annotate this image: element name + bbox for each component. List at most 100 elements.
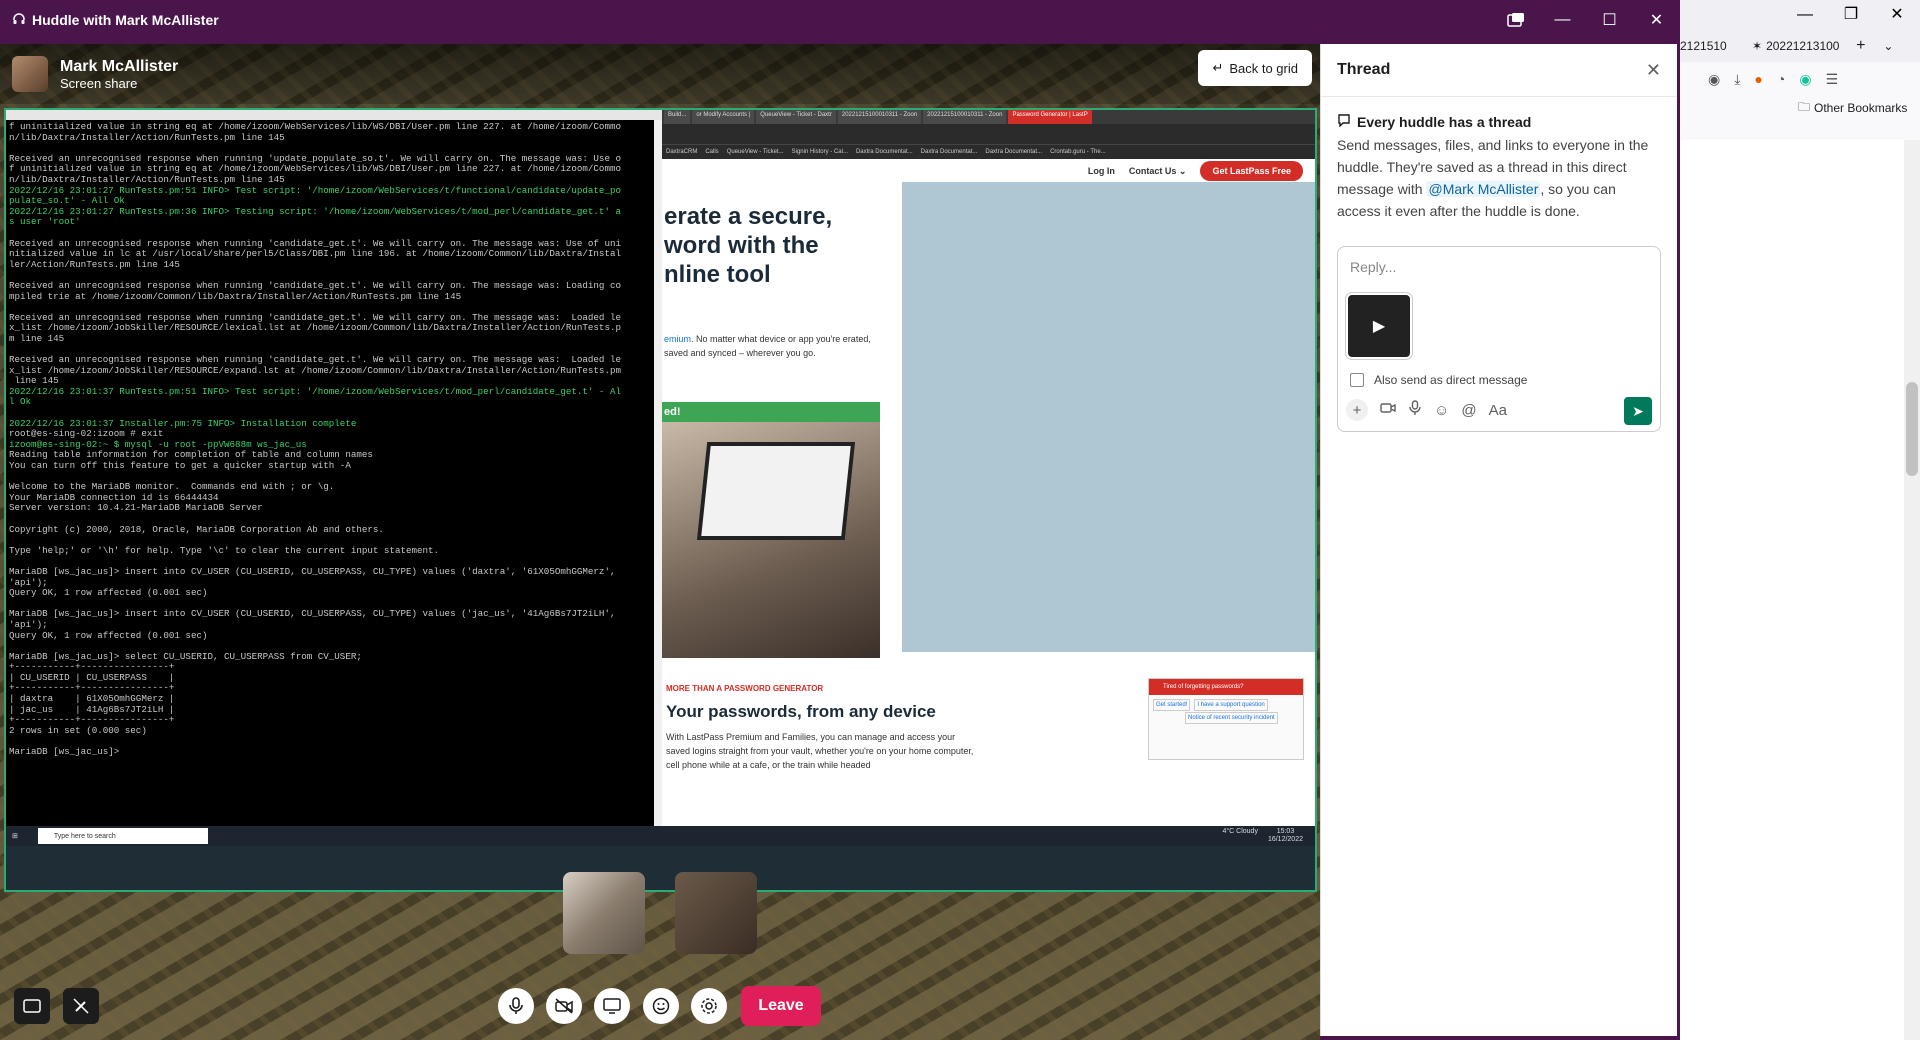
also-send-label: Also send as direct message [1374,373,1528,387]
close-button[interactable]: ✕ [1633,0,1680,40]
user-mention-link[interactable]: @Mark McAllister [1426,181,1541,197]
extension-icon-2[interactable]: ◔ [1777,71,1785,87]
bg-minimize-button[interactable]: — [1782,0,1828,30]
reactions-button[interactable] [643,988,679,1024]
back-to-grid-button[interactable]: ↵ Back to grid [1198,50,1312,86]
video-off-button[interactable] [546,988,582,1024]
microphone-button[interactable] [498,988,534,1024]
shared-browser-bookmarks: DaxtraCRM Calls QueueView - Ticket... Signi… [662,144,1315,159]
terminal-line: x_list /home/izoom/JobSkiller/RESOURCE/l… [9,322,621,334]
new-tab-icon[interactable]: + [1856,37,1865,55]
background-browser-toolbar: ◉ ⤓ ● ◔ ◉ ☰ [1680,62,1920,96]
leave-button[interactable]: Leave [741,986,821,1026]
extension-icon-1[interactable]: ● [1754,71,1762,87]
terminal-line: 2 rows in set (0.000 sec) [9,724,147,736]
pencil-off-icon [73,998,89,1014]
weather-text: 4°C Cloudy [1222,828,1258,835]
bg-close-button[interactable]: ✕ [1874,0,1920,30]
shared-browser-tab: 20221215100010311 - Zoon [923,110,1007,124]
scrollbar-thumb[interactable] [1906,382,1918,476]
bg-tab-icon: ✶ [1752,39,1763,53]
terminal-window: f uninitialized value in string eq at /h… [6,110,662,826]
background-browser-controls: — ❐ ✕ [1680,0,1920,30]
lastpass-login-link: Log In [1087,166,1115,176]
window-titlebar: Huddle with Mark McAllister — ☐ ✕ [0,0,1680,40]
also-send-checkbox-row[interactable]: Also send as direct message [1350,373,1527,387]
shared-bookmark: DaxtraCRM [666,149,698,155]
video-clip-icon[interactable] [1380,401,1396,419]
background-browser-tabs: 2121510 ✶ 20221213100 + ⌄ [1680,30,1920,62]
shared-browser-tab: Build... [664,110,691,124]
gear-icon [701,998,717,1014]
play-icon: ▶ [1372,318,1386,335]
terminal-scrollbar[interactable] [654,120,662,826]
reply-input[interactable]: Reply... [1350,259,1396,275]
thread-bubble-icon [1337,113,1351,130]
popout-icon[interactable] [1492,0,1539,40]
taskbar-search: Type here to search [37,828,208,844]
terminal-titlebar [6,110,662,120]
terminal-line: Query OK, 1 row affected (0.001 sec) [9,629,208,641]
lastpass-success-banner: ed! [662,402,880,422]
terminal-line: m line 145 [9,332,65,344]
terminal-line: 'api'); [9,618,48,630]
presenter-header: Mark McAllister Screen share [0,44,1320,104]
share-screen-button[interactable] [594,988,630,1024]
plus-icon[interactable]: + [1346,399,1368,421]
other-bookmarks[interactable]: 🗀 Other Bookmarks [1680,96,1920,120]
thread-info-title: Every huddle has a thread [1337,113,1661,130]
grammarly-icon[interactable]: ◉ [1799,71,1811,88]
shared-bookmark: Daxtra Documentat... [985,149,1043,155]
reply-composer[interactable]: Reply... ▶ Also send as direct message +… [1337,246,1661,432]
terminal-line: n/lib/Daxtra/Installer/Action/RunTests.p… [9,131,285,143]
maximize-button[interactable]: ☐ [1586,0,1633,40]
presenter-status: Screen share [60,75,138,91]
participant-tile-2[interactable] [675,872,757,954]
shared-browser-window: Build... or Modify Accounts | QueueView - … [662,110,1315,826]
emoji-picker-icon[interactable]: ☺ [1434,402,1449,419]
shared-browser-tab: 20221215100010311 - Zoon [837,110,922,124]
screen-icon [23,999,41,1013]
shared-bookmark: Signin History - Cal... [791,149,848,155]
send-button[interactable]: ➤ [1624,397,1652,425]
audio-clip-icon[interactable] [1408,400,1422,420]
terminal-line: s user 'root' [9,216,81,228]
mention-icon[interactable]: @ [1461,402,1476,419]
window-title: Huddle with Mark McAllister [12,12,219,29]
minimize-button[interactable]: — [1539,0,1586,40]
terminal-line: MariaDB [ws_jac_us]> insert into CV_USER… [9,608,616,620]
shared-bookmark: Daxtra Documentat... [855,149,913,155]
shared-bookmark: QueueView - Ticket... [726,149,784,155]
participant-tile-1[interactable] [563,872,645,954]
back-arrow-icon: ↵ [1212,60,1224,75]
bg-tab-2[interactable]: 20221213100 [1766,39,1850,53]
monitor-icon [603,998,621,1014]
formatting-icon[interactable]: Aa [1489,402,1507,419]
pocket-icon[interactable]: ◉ [1708,71,1720,88]
background-browser-scrollbar[interactable] [1904,140,1920,1040]
also-send-checkbox[interactable] [1350,373,1364,387]
huddle-stage: Mark McAllister Screen share ↵ Back to g… [0,44,1320,1040]
bg-tab-1[interactable]: 2121510 [1680,39,1746,53]
terminal-line: Type 'help;' or '\h' for help. Type '\c'… [9,544,440,556]
settings-button[interactable] [691,988,727,1024]
background-browser-content [1680,140,1920,1040]
download-icon[interactable]: ⤓ [1734,71,1740,88]
video-off-icon [555,998,573,1014]
shared-bookmark: Calls [705,149,719,155]
draw-off-button[interactable] [63,988,99,1024]
bg-restore-button[interactable]: ❐ [1828,0,1874,30]
menu-icon[interactable]: ☰ [1826,71,1839,88]
close-thread-icon[interactable]: ✕ [1646,60,1661,81]
attachment-thumbnail[interactable]: ▶ [1346,293,1412,359]
shared-browser-urlbar [662,124,1315,144]
fullscreen-toggle-button[interactable] [14,988,50,1024]
shared-browser-tab: QueueView - Ticket - Daxtr [756,110,836,124]
terminal-line: f uninitialized value in string eq at /h… [9,121,621,132]
terminal-output: f uninitialized value in string eq at /h… [6,120,662,760]
presenter-avatar [12,56,48,92]
tab-list-chevron-icon[interactable]: ⌄ [1883,39,1893,53]
windows-start-icon: ⊞ [12,833,18,840]
terminal-line: ler/Action/RunTests.pm line 145 [9,258,180,270]
